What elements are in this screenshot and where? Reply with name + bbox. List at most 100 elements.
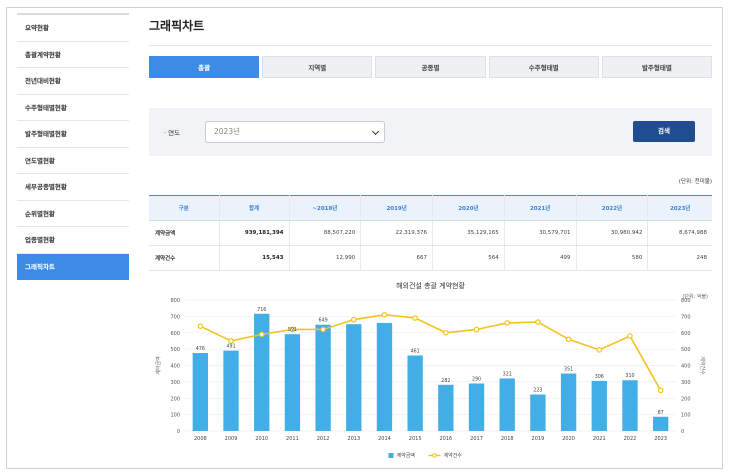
column-header: 합계 — [218, 195, 289, 221]
data-label: 351 — [564, 367, 573, 373]
sidebar-item-industry[interactable]: 업종별현황 — [17, 227, 129, 254]
y-tick-label: 500 — [170, 347, 180, 353]
data-label: 306 — [595, 374, 604, 380]
table-cell: 667 — [360, 245, 433, 271]
data-label: 223 — [533, 387, 542, 393]
table-header-row: 구분 합계 ~2018년 2019년 2020년 2021년 2022년 202… — [149, 195, 712, 221]
y-tick-label: 200 — [170, 396, 180, 402]
tab-client-type[interactable]: 발주형태별 — [601, 56, 713, 78]
y-right-tick-label: 600 — [681, 331, 691, 337]
sidebar-item-ranking[interactable]: 순위별현황 — [17, 201, 129, 227]
x-tick-label: 2019 — [532, 436, 545, 442]
x-tick-label: 2012 — [317, 436, 330, 442]
x-tick-label: 2018 — [501, 436, 514, 442]
x-tick-label: 2016 — [439, 436, 452, 442]
y-tick-label: 100 — [170, 413, 180, 419]
contract-chart: 해외건설 총괄 계약현황 (단위: 억불) 0 0 100 100 200 200 300 300… — [149, 278, 712, 463]
sidebar-item-total-contracts[interactable]: 총괄계약현황 — [17, 42, 129, 68]
search-button[interactable]: 검색 — [633, 121, 695, 142]
table-cell-total: 939,181,394 — [218, 220, 289, 246]
table-row: 계약금액 939,181,394 88,507,220 22,319,376 3… — [149, 220, 712, 246]
bar — [468, 383, 485, 431]
tab-order-type[interactable]: 수주형태별 — [488, 56, 599, 78]
y-right-tick-label: 100 — [681, 413, 691, 419]
y-tick-label: 800 — [170, 298, 180, 304]
tab-work-type[interactable]: 공종별 — [375, 56, 486, 78]
data-label: 310 — [625, 373, 634, 379]
table-cell: 30,579,701 — [503, 220, 577, 246]
column-header: ~2018년 — [288, 195, 361, 221]
line-point — [627, 333, 633, 339]
sidebar-item-graphic-chart[interactable]: 그래픽차트 — [17, 253, 129, 280]
y-right-tick-label: 800 — [681, 298, 691, 304]
x-tick-label: 2017 — [470, 436, 483, 442]
y-tick-label: 0 — [177, 429, 180, 435]
summary-table: 구분 합계 ~2018년 2019년 2020년 2021년 2022년 202… — [149, 195, 712, 271]
row-label: 계약건수 — [149, 245, 219, 271]
line-point — [412, 315, 418, 321]
chart-canvas: 해외건설 총괄 계약현황(단위: 억불)0 0100 100200 200300 300… — [155, 281, 708, 459]
data-label: 87 — [658, 410, 664, 416]
x-tick-label: 2010 — [255, 436, 268, 442]
line-point — [350, 316, 357, 323]
column-header: 2019년 — [360, 195, 433, 221]
line-point — [258, 331, 265, 338]
data-label: 491 — [226, 344, 235, 350]
bar — [376, 322, 393, 431]
bar — [499, 378, 515, 431]
bar — [560, 373, 577, 431]
table-cell: 580 — [575, 245, 648, 271]
sidebar-item-year-over-year[interactable]: 전년대비현황 — [17, 68, 129, 95]
page-title: 그래픽차트 — [149, 19, 205, 33]
sidebar: 요약현황 총괄계약현황 전년대비현황 수주형태별현황 발주형태별현황 연도별현황… — [17, 13, 129, 280]
line-point — [473, 326, 480, 333]
bar — [223, 350, 239, 431]
bar — [407, 355, 423, 431]
bar — [284, 334, 301, 431]
column-header: 2022년 — [575, 195, 648, 221]
table-cell: 88,507,220 — [288, 220, 361, 246]
bar — [591, 380, 607, 431]
table-row: 계약건수 15,543 12,990 667 564 499 580 248 — [149, 245, 712, 271]
line-point — [657, 387, 664, 394]
sidebar-item-detailed-work-type[interactable]: 세부공종별현황 — [17, 174, 129, 201]
x-tick-label: 2013 — [347, 436, 360, 442]
bar — [254, 313, 270, 431]
y-right-axis-label: 계약건수 — [699, 356, 706, 375]
data-label: 591 — [288, 327, 297, 333]
year-label: · 연도 — [164, 129, 181, 137]
table-cell: 248 — [647, 245, 712, 271]
sidebar-item-by-year[interactable]: 연도별현황 — [17, 148, 129, 174]
y-right-tick-label: 200 — [681, 396, 691, 402]
table-cell: 35,129,165 — [432, 220, 505, 246]
table-cell: 8,674,988 — [647, 220, 712, 246]
data-label: 716 — [257, 307, 266, 313]
year-select[interactable]: 2023년 — [205, 121, 385, 143]
bar — [315, 324, 331, 431]
line-point — [596, 347, 603, 353]
y-tick-label: 300 — [170, 380, 180, 386]
sidebar-item-order-type[interactable]: 수주형태별현황 — [17, 95, 129, 121]
sidebar-item-client-type[interactable]: 발주형태별현황 — [17, 121, 129, 148]
y-right-tick-label: 0 — [681, 429, 684, 435]
bar — [622, 380, 638, 431]
sidebar-item-summary[interactable]: 요약현황 — [17, 15, 129, 42]
x-tick-label: 2020 — [562, 436, 575, 442]
y-tick-label: 700 — [170, 314, 180, 320]
line-point — [320, 326, 326, 333]
table-cell: 22,319,376 — [360, 220, 433, 246]
line-point — [197, 323, 204, 330]
legend-label-bar: 계약금액 — [397, 452, 416, 459]
line-point — [504, 320, 511, 326]
table-cell: 30,980,942 — [575, 220, 648, 246]
tab-region[interactable]: 지역별 — [262, 56, 373, 78]
x-tick-label: 2023 — [654, 436, 667, 442]
tab-overall[interactable]: 총괄 — [149, 56, 260, 78]
line-point — [443, 329, 449, 336]
title-divider — [149, 45, 712, 46]
table-cell-total: 15,543 — [218, 245, 289, 271]
x-tick-label: 2008 — [194, 436, 207, 442]
x-tick-label: 2011 — [286, 436, 299, 442]
y-axis-label: 계약금액 — [155, 356, 162, 375]
y-tick-label: 400 — [170, 364, 180, 370]
